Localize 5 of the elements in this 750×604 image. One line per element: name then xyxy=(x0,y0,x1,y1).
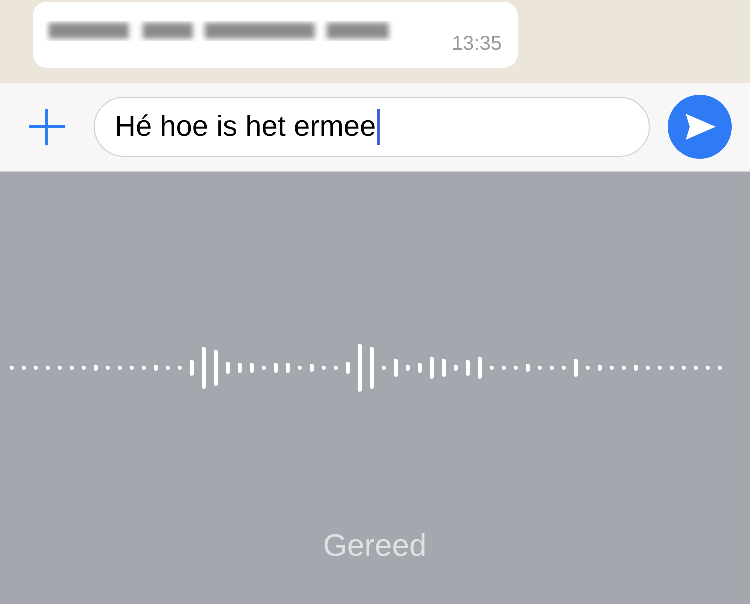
text-cursor xyxy=(377,109,380,145)
send-button[interactable] xyxy=(668,95,732,159)
message-time: 13:35 xyxy=(452,33,502,56)
message-input-field[interactable]: Hé hoe is het ermee xyxy=(94,97,650,157)
add-icon[interactable] xyxy=(27,107,67,147)
